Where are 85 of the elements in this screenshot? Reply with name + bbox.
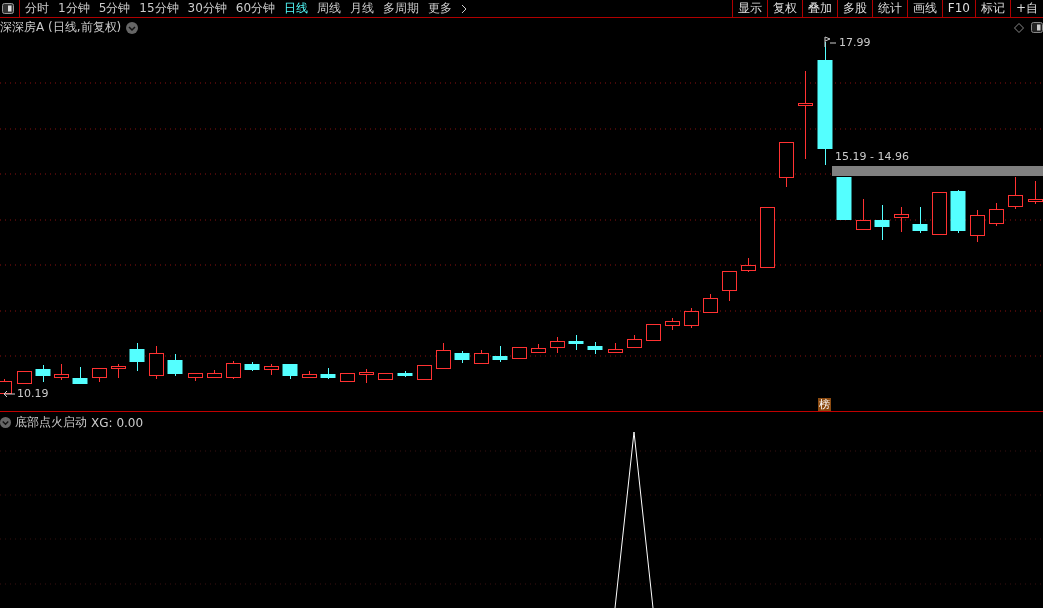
period-tab[interactable]: 15分钟 [139,0,179,17]
candlestick [397,370,413,378]
candlestick [167,353,183,377]
toolbar-button[interactable]: 复权 [766,0,802,17]
candlestick [703,293,718,314]
period-tab[interactable]: 30分钟 [187,0,227,17]
chart-title: 深深房A (日线,前复权) [0,19,122,36]
candlestick [894,206,909,233]
candlestick [454,350,470,364]
candlestick [627,334,642,348]
candlestick [129,342,145,372]
candlestick [684,307,699,329]
candlestick [111,363,126,379]
toolbar-button[interactable]: 显示 [731,0,767,17]
low-price-label: 10.19 [17,387,49,400]
candlestick [54,363,69,381]
period-tab[interactable]: 周线 [317,0,342,17]
period-tab[interactable]: 5分钟 [98,0,131,17]
toolbar-button[interactable]: 标记 [974,0,1010,17]
period-tab[interactable]: 1分钟 [58,0,90,17]
candlestick [474,349,489,364]
chevron-down-icon[interactable] [0,417,11,428]
candlestick [779,141,794,188]
candlestick [1008,176,1023,210]
period-tab[interactable]: 月线 [350,0,375,17]
candlestick [264,363,279,376]
price-range-label: 15.19 - 14.96 [835,150,909,163]
candlestick [531,343,546,353]
ranking-badge[interactable]: 榜 [818,398,831,411]
candlestick [608,342,623,354]
high-price-label: 17.99 [839,36,871,49]
candlestick [207,369,222,378]
candlestick [836,176,852,221]
candlestick [149,345,164,380]
candlestick [874,204,890,241]
candlestick [302,370,317,379]
panel-toggle-icon[interactable] [1031,22,1043,33]
toolbar-button[interactable]: F10 [941,0,975,17]
panel-toggle-icon[interactable] [2,3,14,14]
candlestick [17,370,32,384]
period-tab[interactable]: 多周期 [383,0,420,17]
period-tab[interactable]: 日线 [284,0,309,17]
candlestick [856,198,871,230]
more-tab[interactable]: 更多 [428,0,453,17]
toolbar-button[interactable]: 叠加 [801,0,837,17]
toolbar-button[interactable]: 多股 [836,0,872,17]
candlestick [417,364,432,380]
candlestick [760,206,775,268]
candlestick [989,202,1004,227]
flag-icon [824,36,837,48]
candlestick [912,206,928,234]
candlestick [340,372,355,383]
candlestick [436,342,451,369]
candlestick [378,372,393,380]
candlestick [92,367,107,383]
toolbar-button[interactable]: +自 [1009,0,1043,17]
candlestick [72,366,88,385]
period-tab[interactable]: 60分钟 [235,0,276,17]
chevron-right-icon[interactable] [461,3,468,14]
candlestick [188,372,203,382]
candlestick [35,364,51,383]
candlestick [722,270,737,302]
candlestick [359,368,374,384]
candlestick [492,345,508,363]
arrow-icon [3,390,16,398]
candlestick [970,209,985,243]
indicator-reading: XG: 0.00 [91,415,144,430]
candlestick [568,334,584,351]
period-tab[interactable]: 分时 [25,0,49,17]
toolbar-button[interactable]: 统计 [871,0,907,17]
chevron-down-icon[interactable] [126,21,139,34]
candlestick [282,363,298,380]
candlestick [226,360,241,380]
candlestick [665,317,680,331]
candlestick [950,189,966,234]
candlestick [550,336,565,354]
candlestick [244,361,260,372]
candlestick [587,341,603,355]
candlestick [932,191,947,235]
candlestick [512,346,527,359]
candlestick [320,367,336,380]
candlestick [646,323,661,341]
toolbar-button[interactable]: 画线 [906,0,942,17]
candlestick [741,257,756,273]
indicator-name: 底部点火启动 [15,414,87,431]
